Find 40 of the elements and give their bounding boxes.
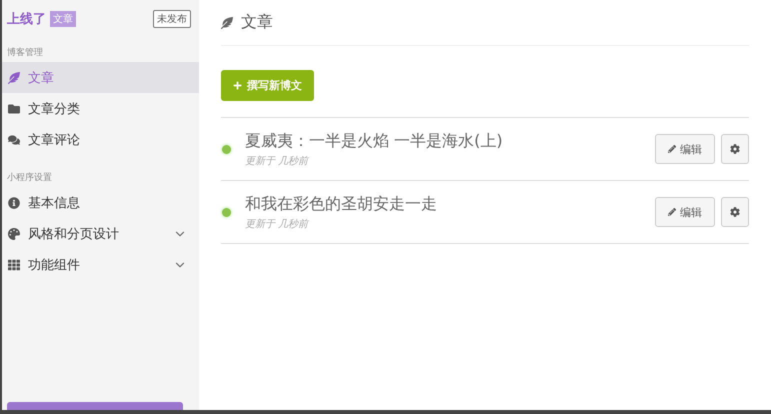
sidebar-item-label: 风格和分页设计	[28, 226, 119, 242]
edit-button[interactable]: 编辑	[655, 134, 715, 164]
post-title[interactable]: 和我在彩色的圣胡安走一走	[245, 194, 649, 214]
status-dot	[222, 144, 231, 154]
palette-icon	[8, 228, 20, 240]
section-tag: 文章	[50, 11, 76, 27]
sidebar-item[interactable]: 文章	[2, 62, 199, 93]
sidebar-item[interactable]: 风格和分页设计	[2, 218, 199, 249]
sidebar-item-label: 文章分类	[28, 100, 80, 118]
sidebar-item-label: 基本信息	[28, 194, 80, 212]
logo: 上线了	[7, 11, 46, 28]
grid-icon	[8, 258, 20, 270]
sidebar-item-label: 文章评论	[28, 132, 80, 148]
status-dot	[222, 208, 231, 216]
sidebar-item[interactable]: 文章评论	[2, 124, 199, 155]
gear-icon	[730, 144, 740, 154]
folder-icon	[8, 102, 20, 114]
updated-time: 更新于 几秒前	[245, 154, 310, 168]
plus-icon	[233, 81, 242, 90]
updated-time: 更新于 几秒前	[245, 218, 310, 230]
pencil-icon	[668, 208, 676, 216]
post-title[interactable]: 夏威夷：一半是火焰 一半是海水(上)	[245, 130, 649, 152]
sidebar-section-title: 博客管理	[6, 46, 44, 60]
settings-button[interactable]	[721, 134, 749, 164]
feather-icon	[8, 72, 20, 84]
page-title: 文章	[241, 12, 273, 33]
sidebar-item[interactable]: 功能组件	[2, 249, 199, 280]
pencil-icon	[668, 145, 676, 153]
info-icon	[8, 196, 20, 208]
sidebar-item-label: 功能组件	[28, 256, 80, 274]
settings-button[interactable]	[721, 197, 749, 227]
status-badge: 未发布	[153, 10, 191, 28]
sidebar-section-title: 小程序设置	[6, 172, 53, 185]
sidebar-item[interactable]: 基本信息	[2, 187, 199, 218]
edit-button[interactable]: 编辑	[655, 197, 715, 227]
sidebar-item-label: 文章	[28, 70, 54, 86]
feather-icon	[221, 16, 233, 28]
speech-bubbles-icon	[8, 134, 20, 146]
sidebar-item[interactable]: 文章分类	[2, 93, 199, 124]
gear-icon	[730, 207, 740, 217]
